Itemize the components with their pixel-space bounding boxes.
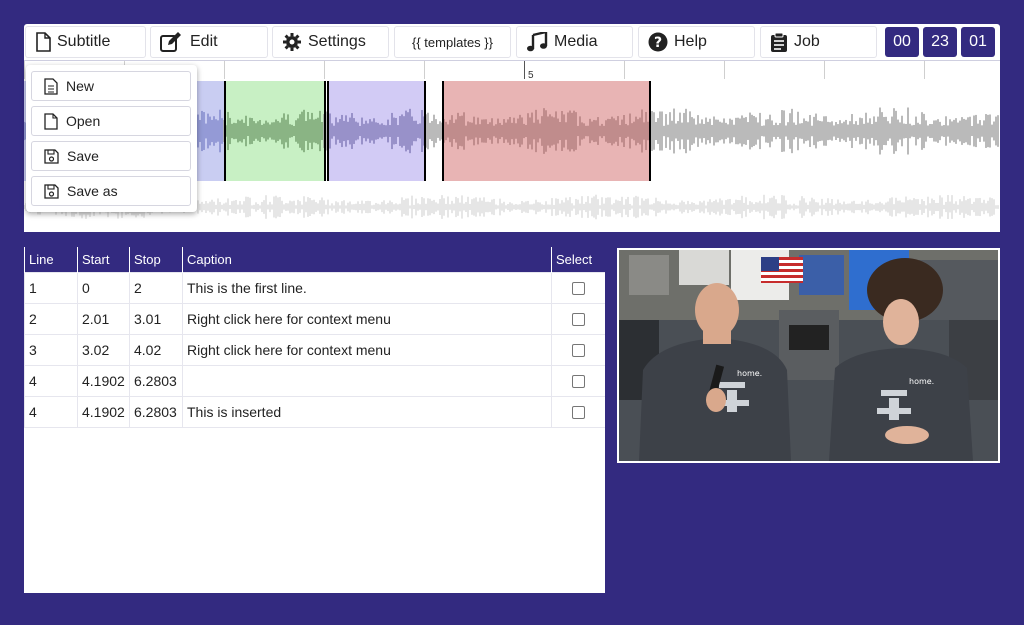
file-icon: [36, 32, 51, 52]
subtitle-dropdown-menu: New Open Save Save as: [26, 65, 197, 212]
floppy-disk-icon: [44, 183, 59, 199]
menu-save[interactable]: Save: [31, 141, 191, 171]
cell-select: [551, 333, 605, 366]
menu-save-label: Save: [67, 148, 99, 164]
floppy-disk-icon: [44, 148, 59, 164]
cell-line[interactable]: 4: [24, 364, 78, 397]
table-row[interactable]: 4 4.1902 6.2803: [24, 364, 605, 397]
region-handle[interactable]: [224, 81, 226, 181]
edit-label: Edit: [190, 33, 218, 50]
timer-seconds: 01: [961, 27, 995, 57]
cell-select: [551, 271, 605, 304]
main-toolbar: Subtitle Edit Settings {{ templates }} M…: [24, 24, 1000, 60]
job-label: Job: [794, 33, 820, 50]
menu-open[interactable]: Open: [31, 106, 191, 136]
video-player[interactable]: home. home.: [617, 248, 1000, 463]
cell-start[interactable]: 3.02: [77, 333, 130, 366]
cell-start[interactable]: 4.1902: [77, 395, 130, 428]
help-menu-button[interactable]: ? Help: [638, 26, 755, 58]
row-select-checkbox[interactable]: [572, 375, 585, 389]
cell-select: [551, 364, 605, 397]
cell-line[interactable]: 3: [24, 333, 78, 366]
row-select-checkbox[interactable]: [572, 406, 585, 420]
menu-new-label: New: [66, 78, 95, 94]
menu-open-label: Open: [66, 113, 101, 129]
cell-caption[interactable]: Right click here for context menu: [182, 333, 552, 366]
subtitle-label: Subtitle: [57, 33, 111, 50]
timer-hours: 00: [885, 27, 919, 57]
table-row[interactable]: 2 2.01 3.01 Right click here for context…: [24, 302, 605, 335]
svg-text:?: ?: [654, 35, 662, 51]
region-handle[interactable]: [442, 81, 444, 181]
question-circle-icon: ?: [648, 32, 668, 52]
video-frame: home. home.: [619, 250, 998, 461]
shirt-text-left: home.: [737, 369, 762, 378]
music-note-icon: [527, 32, 548, 52]
table-row[interactable]: 1 0 2 This is the first line.: [24, 271, 605, 304]
cell-caption[interactable]: Right click here for context menu: [182, 302, 552, 335]
media-menu-button[interactable]: Media: [516, 26, 633, 58]
region-handle[interactable]: [327, 81, 329, 181]
cell-stop[interactable]: 4.02: [129, 333, 183, 366]
timer-minutes: 23: [923, 27, 957, 57]
table-row[interactable]: 4 4.1902 6.2803 This is inserted: [24, 395, 605, 428]
help-label: Help: [674, 33, 707, 50]
media-label: Media: [554, 33, 598, 50]
edit-menu-button[interactable]: Edit: [150, 26, 268, 58]
column-header-caption[interactable]: Caption: [182, 247, 552, 272]
cell-start[interactable]: 4.1902: [77, 364, 130, 397]
job-menu-button[interactable]: Job: [760, 26, 877, 58]
cell-line[interactable]: 1: [24, 271, 78, 304]
region-handle[interactable]: [324, 81, 326, 181]
cell-start[interactable]: 0: [77, 271, 130, 304]
menu-new[interactable]: New: [31, 71, 191, 101]
settings-menu-button[interactable]: Settings: [272, 26, 389, 58]
clipboard-icon: [771, 32, 787, 52]
shirt-text-right: home.: [909, 377, 934, 386]
row-select-checkbox[interactable]: [572, 344, 585, 358]
cell-caption[interactable]: This is the first line.: [182, 271, 552, 304]
cell-stop[interactable]: 6.2803: [129, 395, 183, 428]
cell-start[interactable]: 2.01: [77, 302, 130, 335]
file-text-icon: [44, 77, 58, 95]
cell-stop[interactable]: 2: [129, 271, 183, 304]
file-icon: [44, 112, 58, 130]
caption-table: Line Start Stop Caption Select 1 0 2 Thi…: [24, 247, 605, 428]
cell-caption[interactable]: This is inserted: [182, 395, 552, 428]
column-header-stop[interactable]: Stop: [129, 247, 183, 272]
column-header-select[interactable]: Select: [551, 247, 605, 272]
menu-save-as-label: Save as: [67, 183, 118, 199]
column-header-line[interactable]: Line: [24, 247, 78, 272]
settings-label: Settings: [308, 33, 366, 50]
row-select-checkbox[interactable]: [572, 282, 585, 296]
edit-icon: [160, 32, 181, 52]
table-row[interactable]: 3 3.02 4.02 Right click here for context…: [24, 333, 605, 366]
cell-caption[interactable]: [182, 364, 552, 397]
caption-table-panel: Line Start Stop Caption Select 1 0 2 Thi…: [24, 247, 605, 593]
region-handle[interactable]: [424, 81, 426, 181]
cell-select: [551, 395, 605, 428]
gear-icon: [283, 33, 301, 51]
templates-button[interactable]: {{ templates }}: [394, 26, 511, 58]
cell-line[interactable]: 4: [24, 395, 78, 428]
cell-line[interactable]: 2: [24, 302, 78, 335]
cell-select: [551, 302, 605, 335]
region-handle[interactable]: [649, 81, 651, 181]
cell-stop[interactable]: 3.01: [129, 302, 183, 335]
menu-save-as[interactable]: Save as: [31, 176, 191, 206]
cell-stop[interactable]: 6.2803: [129, 364, 183, 397]
templates-label: {{ templates }}: [412, 34, 493, 50]
subtitle-menu-button[interactable]: Subtitle: [25, 26, 146, 58]
column-header-start[interactable]: Start: [77, 247, 130, 272]
row-select-checkbox[interactable]: [572, 313, 585, 327]
table-header-row: Line Start Stop Caption Select: [24, 247, 605, 272]
